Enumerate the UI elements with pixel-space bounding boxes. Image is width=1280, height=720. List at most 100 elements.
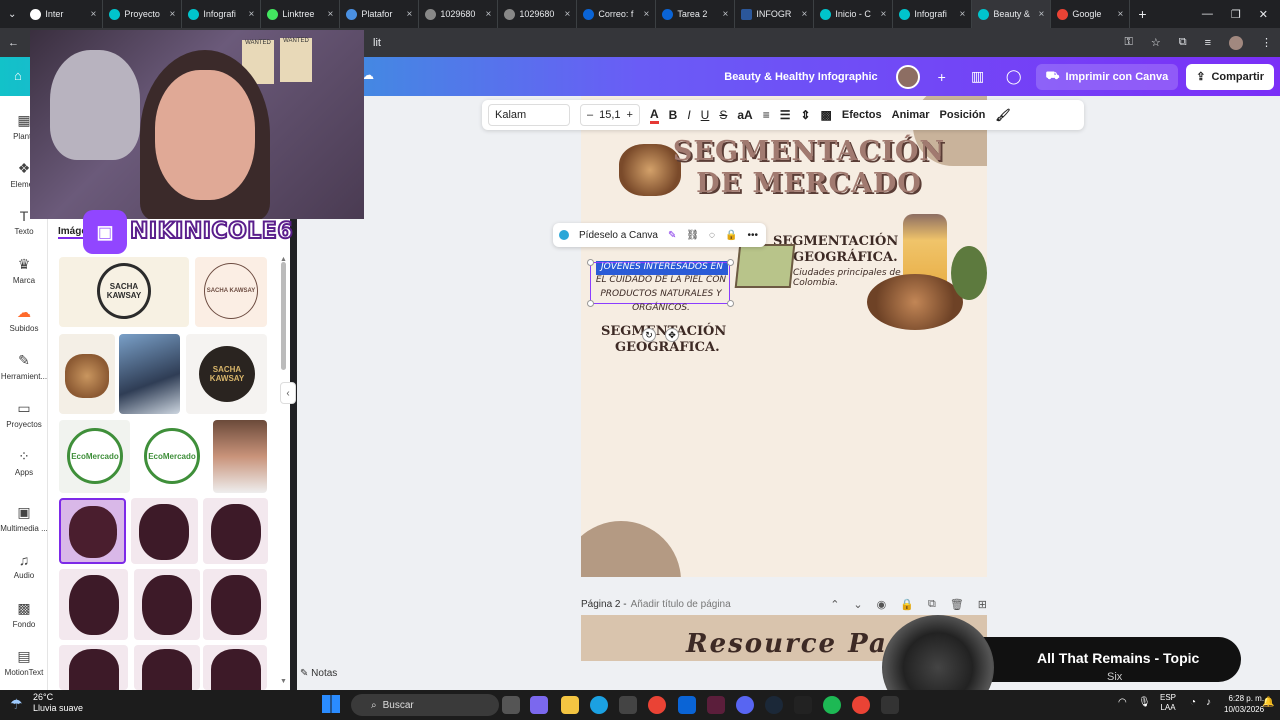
selected-text-line4[interactable]: ORGÁNICOS. <box>592 303 730 313</box>
ms-store-icon[interactable] <box>619 696 637 714</box>
tab-search-button[interactable]: ⌄ <box>0 9 24 20</box>
geo-text-line1[interactable]: Ciudades principales de <box>793 268 901 278</box>
duplicate-icon[interactable]: ⧉ <box>928 598 936 611</box>
key-icon[interactable]: ⚿ <box>1124 36 1132 49</box>
page-title-line2[interactable]: DE MERCADO <box>639 168 979 199</box>
bold-icon[interactable]: B <box>669 108 678 122</box>
close-icon[interactable]: × <box>1118 9 1124 20</box>
scroll-down-icon[interactable]: ▼ <box>280 678 287 685</box>
url-text[interactable]: lit <box>373 37 381 49</box>
close-icon[interactable]: × <box>249 9 255 20</box>
maximize-icon[interactable]: ❐ <box>1231 8 1241 21</box>
magic-edit-icon[interactable]: ✎ <box>668 230 676 241</box>
font-family-dropdown[interactable]: Kalam <box>488 104 570 126</box>
clock[interactable]: 6:28 p. m. 10/03/2026 <box>1224 693 1264 715</box>
file-explorer-icon[interactable] <box>561 696 579 714</box>
transparency-icon[interactable]: ▩ <box>821 108 832 122</box>
increase-size-icon[interactable]: + <box>627 109 633 121</box>
upload-thumbnail[interactable]: EcoMercado <box>59 420 130 493</box>
bookmark-star-icon[interactable]: ☆ <box>1151 36 1161 49</box>
resize-handle[interactable] <box>587 300 594 307</box>
copy-style-icon[interactable]: 🖌 <box>995 108 1010 122</box>
tiktok-icon[interactable] <box>794 696 812 714</box>
browser-tab[interactable]: Platafor × <box>340 0 420 28</box>
upload-thumbnail[interactable] <box>134 645 200 690</box>
network-icon[interactable]: ◠ <box>1118 697 1127 708</box>
page-title-line1[interactable]: SEGMENTACIÓN <box>639 136 979 167</box>
delete-icon[interactable]: 🗑 <box>950 598 964 611</box>
upload-thumbnail-selected[interactable] <box>59 498 126 564</box>
case-icon[interactable]: aA <box>737 108 752 122</box>
upload-thumbnail[interactable] <box>59 645 128 690</box>
spacing-icon[interactable]: ⇕ <box>800 108 810 122</box>
upload-thumbnail[interactable] <box>203 498 268 564</box>
browser-tab[interactable]: Google × <box>1051 0 1131 28</box>
comment-add-icon[interactable]: ◌ <box>709 230 715 241</box>
close-icon[interactable]: × <box>1039 9 1045 20</box>
outlook-icon[interactable] <box>678 696 696 714</box>
upload-thumbnail[interactable]: SACHA KAWSAY <box>59 257 189 327</box>
rail-item-tools[interactable]: ✎ Herramient... <box>0 352 48 381</box>
edge-icon[interactable] <box>590 696 608 714</box>
rail-item-background[interactable]: ▩ Fondo <box>0 600 48 629</box>
close-icon[interactable]: × <box>644 9 650 20</box>
resize-handle[interactable] <box>727 300 734 307</box>
more-options-icon[interactable]: ••• <box>747 230 758 241</box>
reading-list-icon[interactable]: ≡ <box>1205 37 1211 49</box>
chrome-icon[interactable] <box>648 696 666 714</box>
close-icon[interactable]: × <box>407 9 413 20</box>
back-icon[interactable]: ← <box>8 37 19 49</box>
close-icon[interactable]: × <box>91 9 97 20</box>
list-icon[interactable]: ☰ <box>780 108 791 122</box>
rotate-handle-icon[interactable]: ↻ <box>642 328 656 342</box>
move-up-icon[interactable]: ⌃ <box>830 598 839 611</box>
add-page-icon[interactable]: ⊞ <box>978 598 987 611</box>
upload-thumbnail[interactable]: EcoMercado <box>136 420 208 493</box>
menu-dots-icon[interactable]: ⋮ <box>1261 36 1272 49</box>
link-icon[interactable]: ⛓ <box>686 230 699 241</box>
window-close-icon[interactable]: ✕ <box>1259 8 1268 21</box>
browser-tab[interactable]: Linktree × <box>261 0 341 28</box>
browser-tab-active[interactable]: Beauty & × <box>972 0 1052 28</box>
upload-thumbnail[interactable] <box>134 569 200 640</box>
segmentation-text-2-line1[interactable]: SEGMENTACIÓN <box>601 324 726 339</box>
close-icon[interactable]: × <box>960 9 966 20</box>
move-down-icon[interactable]: ⌄ <box>853 598 862 611</box>
geo-title-line2[interactable]: GEOGRÁFICA. <box>793 250 898 265</box>
upload-thumbnail[interactable] <box>203 569 267 640</box>
rail-item-motiontext[interactable]: ▤ MotionText <box>0 648 48 677</box>
upload-thumbnail[interactable]: SACHA KAWSAY <box>195 257 267 327</box>
italic-icon[interactable]: I <box>687 108 690 122</box>
minimize-icon[interactable]: — <box>1202 8 1213 21</box>
browser-tab[interactable]: Infografi × <box>893 0 973 28</box>
geo-text-line2[interactable]: Colombia. <box>793 278 838 288</box>
extensions-icon[interactable]: ⧉ <box>1179 36 1187 49</box>
app-icon[interactable] <box>881 696 899 714</box>
close-icon[interactable]: × <box>723 9 729 20</box>
steam-icon[interactable] <box>765 696 783 714</box>
analytics-icon[interactable]: ▥ <box>964 63 992 91</box>
weather-widget[interactable]: 26°C Lluvia suave <box>33 692 83 714</box>
browser-tab[interactable]: Correo: f × <box>577 0 657 28</box>
rail-item-audio[interactable]: ♫ Audio <box>0 552 48 580</box>
upload-thumbnail[interactable] <box>59 334 115 414</box>
upload-thumbnail[interactable] <box>203 645 267 690</box>
wifi-icon[interactable]: ◔ <box>1190 697 1196 708</box>
resize-handle[interactable] <box>587 259 594 266</box>
task-view-icon[interactable] <box>502 696 520 714</box>
widgets-app-icon[interactable] <box>530 696 548 714</box>
underline-icon[interactable]: U <box>701 108 710 122</box>
share-button[interactable]: ⇪ Compartir <box>1186 63 1274 90</box>
rail-item-uploads[interactable]: ☁ Subidos <box>0 304 48 333</box>
close-icon[interactable]: × <box>170 9 176 20</box>
strikethrough-icon[interactable]: S <box>719 108 727 122</box>
browser-tab[interactable]: Inter × <box>24 0 104 28</box>
browser-tab[interactable]: 1029680 × <box>498 0 578 28</box>
notification-icon[interactable]: 🔔 <box>1262 697 1274 708</box>
new-tab-icon[interactable]: + <box>1130 6 1154 22</box>
selected-text-line3[interactable]: PRODUCTOS NATURALES Y <box>592 289 730 299</box>
browser-tab[interactable]: Inicio - C × <box>814 0 894 28</box>
text-color-icon[interactable]: A <box>649 107 659 124</box>
design-title[interactable]: Beauty & Healthy Infographic <box>724 71 877 83</box>
browser-tab[interactable]: 1029680 × <box>419 0 499 28</box>
